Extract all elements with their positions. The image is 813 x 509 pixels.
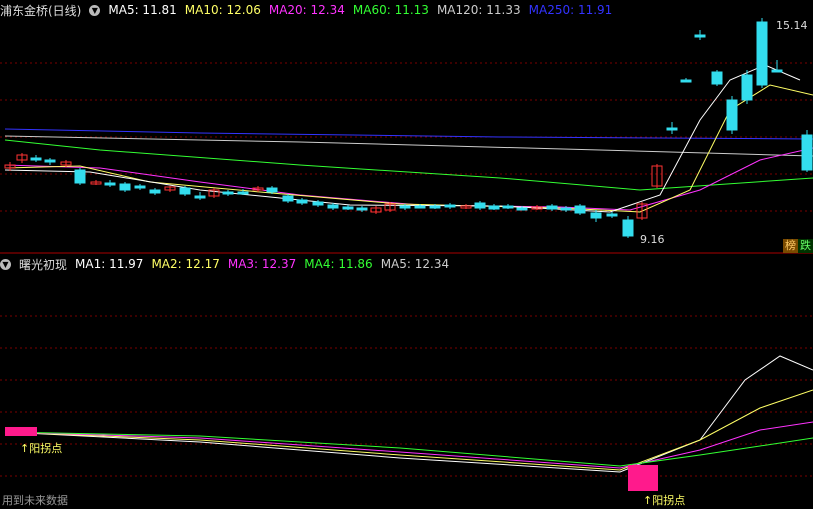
candle-body bbox=[30, 157, 42, 161]
candle-body bbox=[756, 21, 768, 86]
candle-body bbox=[606, 213, 618, 217]
candle-body bbox=[74, 169, 86, 184]
candle-body bbox=[474, 202, 486, 209]
candle-body bbox=[502, 205, 514, 209]
candle-body bbox=[179, 187, 191, 195]
low-price-label: 9.16 bbox=[640, 233, 665, 246]
candle-body bbox=[134, 185, 146, 189]
candle-body bbox=[296, 199, 308, 204]
rank-tag[interactable]: 榜 bbox=[783, 239, 798, 253]
signal-marker bbox=[628, 465, 658, 491]
candle-body bbox=[149, 189, 161, 194]
candle-body bbox=[574, 205, 586, 214]
candle-body bbox=[771, 69, 783, 73]
candle-body bbox=[399, 205, 411, 209]
candle-body bbox=[711, 71, 723, 85]
candle-body bbox=[546, 205, 558, 210]
future-data-note: 用到未来数据 bbox=[2, 494, 68, 507]
ma20-line bbox=[4, 147, 813, 211]
candle-body bbox=[590, 212, 602, 219]
candle-body bbox=[429, 205, 441, 209]
candle-body bbox=[741, 74, 753, 101]
signal-label-left: ↑阳拐点 bbox=[20, 442, 63, 455]
candle-body bbox=[680, 79, 692, 83]
ind-ma1-line bbox=[4, 355, 813, 473]
candle-body bbox=[119, 183, 131, 191]
candle-body bbox=[414, 205, 426, 209]
grid-lines bbox=[0, 62, 813, 477]
candle-body bbox=[622, 219, 634, 237]
candle-body bbox=[726, 99, 738, 131]
candle-body bbox=[560, 207, 572, 211]
candle-body bbox=[694, 34, 706, 38]
candle-body bbox=[194, 195, 206, 199]
ma60-line bbox=[4, 139, 813, 191]
candle-body bbox=[44, 159, 56, 163]
candle-body bbox=[801, 134, 813, 171]
candle-body bbox=[237, 191, 249, 195]
candle-body bbox=[327, 204, 339, 209]
candle-body bbox=[104, 182, 116, 186]
candle-body bbox=[356, 207, 368, 211]
kline-chart[interactable] bbox=[0, 0, 813, 509]
ind-ma2-line bbox=[4, 389, 813, 471]
candle-body bbox=[266, 187, 278, 193]
signal-label-right: ↑阳拐点 bbox=[643, 494, 686, 507]
high-price-label: 15.14 bbox=[776, 19, 808, 32]
candle-body bbox=[282, 195, 294, 202]
candle-body bbox=[444, 204, 456, 208]
candle-body bbox=[342, 206, 354, 210]
signal-marker bbox=[5, 427, 37, 436]
indicator-lines bbox=[4, 355, 813, 473]
ind-ma3-line bbox=[4, 421, 813, 469]
ma10-line bbox=[4, 84, 813, 213]
candle-body bbox=[312, 201, 324, 206]
candle-body bbox=[666, 127, 678, 131]
candle-body bbox=[488, 205, 500, 210]
fall-tag[interactable]: 跌 bbox=[798, 239, 813, 253]
candle-body bbox=[516, 207, 528, 211]
ma120-line bbox=[4, 135, 813, 157]
candle-body bbox=[222, 191, 234, 195]
